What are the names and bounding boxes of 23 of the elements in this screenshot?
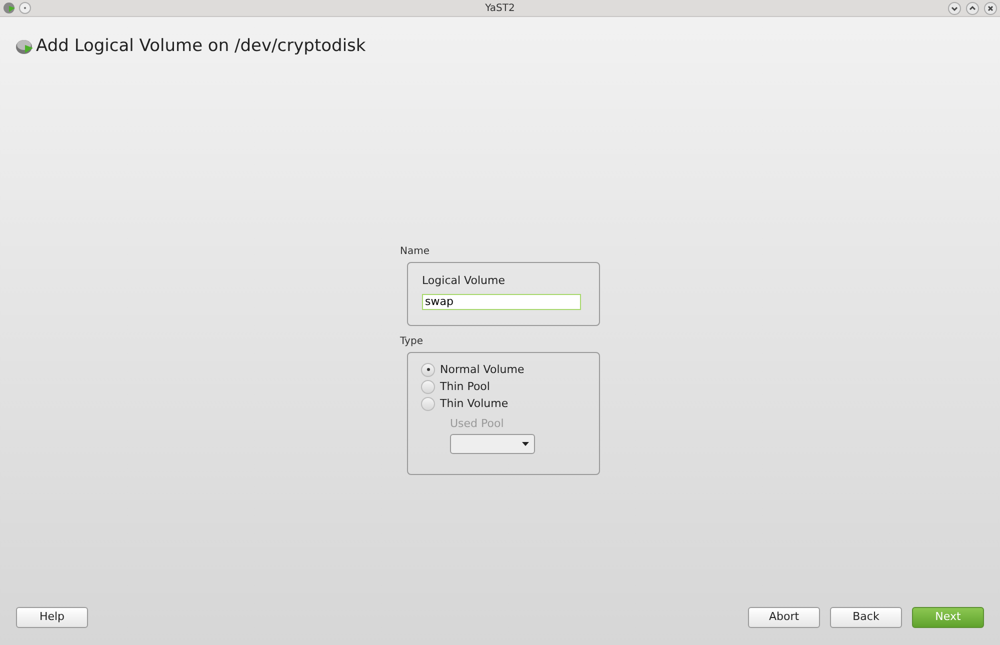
maximize-icon[interactable] [966,2,979,14]
radio-option[interactable]: Normal Volume [421,362,586,377]
pin-icon[interactable] [19,2,31,14]
radio-button[interactable] [421,396,435,411]
group-label: Name [400,244,431,259]
radio-button[interactable] [421,362,435,377]
used-pool-label: Used Pool [450,416,505,432]
dialog-button[interactable]: Back [830,607,902,628]
app-icon [3,2,15,14]
dialog-button[interactable]: Abort [748,607,820,628]
group-label: Type [400,334,424,349]
radio-option[interactable]: Thin Volume [421,396,586,411]
caret-icon [522,442,529,446]
close-icon[interactable] [984,2,997,14]
disk-icon [16,38,34,55]
minimize-icon[interactable] [948,2,961,14]
field-label: Logical Volume [422,274,506,287]
page-heading: Add Logical Volume on /dev/cryptodisk [36,35,366,58]
radio-button[interactable] [421,380,435,394]
dialog-button[interactable]: Help [16,607,88,628]
window-title: YaST2 [484,2,516,16]
logical-volume-field[interactable]: swap [422,294,581,310]
radio-option[interactable]: Thin Pool [421,380,586,394]
